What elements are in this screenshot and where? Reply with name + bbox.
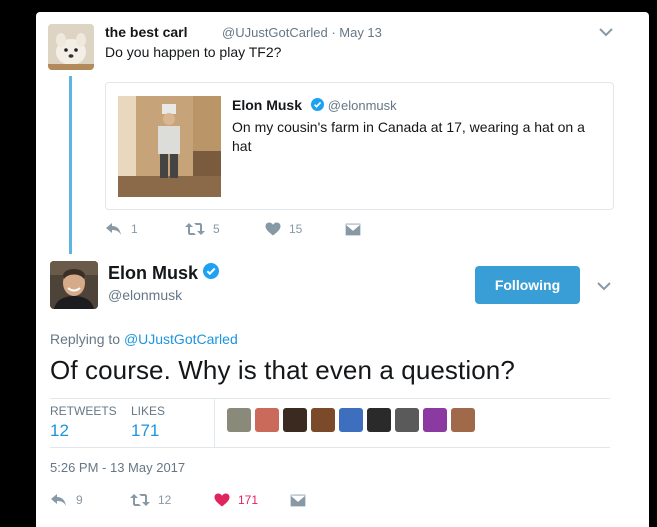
thread-line [69,76,72,254]
liker-avatar[interactable] [367,408,391,432]
message-icon [290,493,306,507]
quoted-author-handle: @elonmusk [327,98,397,113]
message-icon [345,222,361,236]
liker-avatar[interactable] [227,408,251,432]
retweet-count: 5 [213,222,220,236]
like-count: 15 [289,222,303,236]
reply-icon [105,222,123,236]
replying-to: Replying to @UJustGotCarled [50,331,238,347]
verified-icon [203,263,220,284]
likes-value: 171 [131,421,160,440]
retweets-value: 12 [50,421,69,440]
message-button[interactable] [290,493,306,507]
retweet-button[interactable]: 5 [185,222,265,236]
main-tweet-text: Of course. Why is that even a question? [50,355,515,385]
liker-avatar[interactable] [339,408,363,432]
retweet-button[interactable]: 12 [130,493,214,507]
chevron-down-icon[interactable] [599,24,613,40]
liker-avatar[interactable] [451,408,475,432]
heart-icon [214,493,230,507]
main-author[interactable]: Elon Musk [108,263,220,284]
stats-divider [214,399,215,447]
reply-button[interactable]: 1 [105,222,185,236]
heart-icon [265,222,281,236]
retweet-icon [130,493,150,507]
likes-label: LIKES [131,404,166,418]
liker-avatar[interactable] [423,408,447,432]
retweets-label: RETWEETS [50,404,117,418]
main-author-handle[interactable]: @elonmusk [108,287,182,303]
parent-action-bar: 1 5 15 [105,219,361,239]
following-button[interactable]: Following [475,266,580,304]
like-button[interactable]: 15 [265,222,345,236]
liker-avatar[interactable] [311,408,335,432]
parent-tweet-text: Do you happen to play TF2? [105,44,282,60]
divider [50,398,610,399]
quoted-tweet[interactable]: Elon Musk @elonmusk On my cousin's farm … [105,82,614,210]
parent-author-meta: @UJustGotCarled · May 13 [222,25,382,40]
quoted-author[interactable]: Elon Musk @elonmusk [232,97,397,113]
reply-count: 9 [76,493,83,507]
main-avatar[interactable] [50,261,98,309]
replying-prefix: Replying to [50,331,124,347]
divider [50,447,610,448]
retweets-stat[interactable]: RETWEETS 12 [50,404,117,441]
reply-icon [50,493,68,507]
tweet-card: the best carl @UJustGotCarled · May 13 D… [36,12,649,527]
parent-avatar[interactable] [48,24,94,70]
liker-avatar[interactable] [395,408,419,432]
liker-avatar[interactable] [283,408,307,432]
parent-date[interactable]: May 13 [339,25,382,40]
main-author-name: Elon Musk [108,263,199,283]
likers-avatars [227,408,479,432]
like-button[interactable]: 171 [214,493,290,507]
chevron-down-icon[interactable] [597,278,611,294]
retweet-icon [185,222,205,236]
verified-icon [310,97,324,113]
reply-button[interactable]: 9 [50,493,130,507]
main-action-bar: 9 12 171 [50,490,306,510]
parent-author-name[interactable]: the best carl [105,24,187,40]
likes-stat[interactable]: LIKES 171 [131,404,165,441]
parent-author-handle[interactable]: @UJustGotCarled [222,25,328,40]
liker-avatar[interactable] [255,408,279,432]
message-button[interactable] [345,222,361,236]
quoted-author-name: Elon Musk [232,97,303,113]
quoted-tweet-photo[interactable] [118,96,221,197]
quoted-tweet-text: On my cousin's farm in Canada at 17, wea… [232,119,585,154]
replying-to-link[interactable]: @UJustGotCarled [124,331,238,347]
like-count: 171 [238,493,259,507]
tweet-timestamp[interactable]: 5:26 PM - 13 May 2017 [50,460,185,475]
reply-count: 1 [131,222,138,236]
retweet-count: 12 [158,493,172,507]
